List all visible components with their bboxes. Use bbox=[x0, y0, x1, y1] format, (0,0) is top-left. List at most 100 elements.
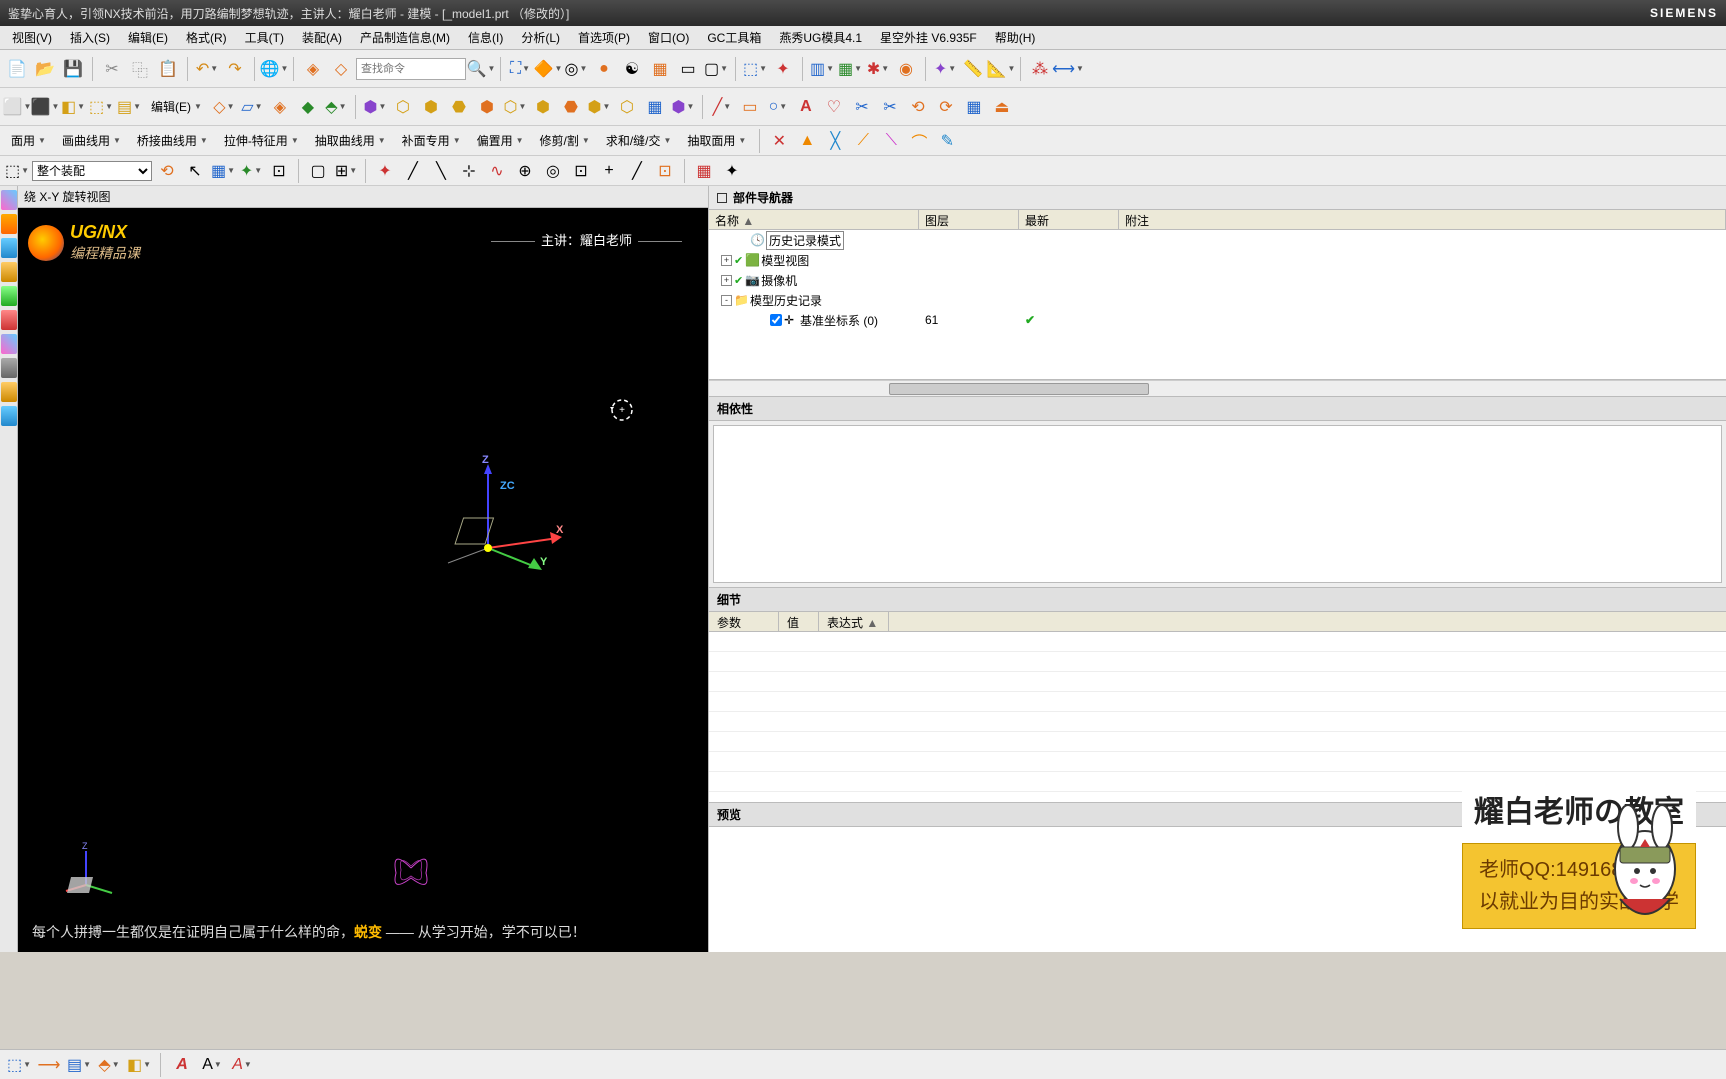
undo-button[interactable]: ↶▼ bbox=[194, 56, 220, 82]
tool-button[interactable]: ⁂ bbox=[1027, 56, 1053, 82]
scrollbar-thumb[interactable] bbox=[889, 383, 1149, 395]
labeled-tool-0[interactable]: 面用 ▼ bbox=[4, 130, 53, 152]
sweep-button[interactable]: ⬚▼ bbox=[88, 94, 114, 120]
expander-icon[interactable]: + bbox=[721, 255, 732, 266]
curve-tool-0[interactable]: ✕ bbox=[766, 128, 792, 154]
command-search-input[interactable] bbox=[356, 58, 466, 80]
extrude-button[interactable]: ⬛▼ bbox=[32, 94, 58, 120]
column-layer[interactable]: 图层 bbox=[919, 210, 1019, 229]
tool-button[interactable]: ⊞▼ bbox=[333, 158, 359, 184]
tool-button[interactable]: ╱ bbox=[624, 158, 650, 184]
tool-button[interactable]: ◎ bbox=[540, 158, 566, 184]
layer-button[interactable]: ▦ bbox=[647, 56, 673, 82]
tree-row-4[interactable]: ✛基准坐标系 (0)61✔ bbox=[709, 310, 1726, 330]
tool-button[interactable]: ⬘▼ bbox=[323, 94, 349, 120]
tree-row-3[interactable]: -📁模型历史记录 bbox=[709, 290, 1726, 310]
tool-button[interactable]: ⬢ bbox=[474, 94, 500, 120]
tool-button[interactable]: ⟳ bbox=[933, 94, 959, 120]
revolve-button[interactable]: ◧▼ bbox=[60, 94, 86, 120]
tool-button[interactable]: ▥▼ bbox=[809, 56, 835, 82]
tool-button[interactable]: ✦ bbox=[719, 158, 745, 184]
new-file-button[interactable]: 📄 bbox=[4, 56, 30, 82]
tool-button[interactable]: ▦ bbox=[691, 158, 717, 184]
labeled-tool-6[interactable]: 偏置用 ▼ bbox=[470, 130, 531, 152]
labeled-tool-8[interactable]: 求和/缝/交 ▼ bbox=[599, 130, 679, 152]
point-button[interactable]: ✦ bbox=[372, 158, 398, 184]
strip-icon[interactable] bbox=[1, 214, 17, 234]
loft-button[interactable]: ▤▼ bbox=[116, 94, 142, 120]
part-navigator-tree[interactable]: 名称 ▲ 图层 最新 附注 🕓历史记录模式+✔🟩模型视图+✔📷摄像机-📁模型历史… bbox=[709, 210, 1726, 380]
tool-button[interactable]: ⬡▼ bbox=[502, 94, 528, 120]
measure-button[interactable]: 📐▼ bbox=[988, 56, 1014, 82]
tool-button[interactable]: ◇ bbox=[328, 56, 354, 82]
strip-icon[interactable] bbox=[1, 406, 17, 426]
status-tool[interactable]: ▤▼ bbox=[66, 1052, 92, 1078]
menu-11[interactable]: GC工具箱 bbox=[699, 27, 769, 48]
tool-button[interactable]: ✦▼ bbox=[238, 158, 264, 184]
strip-icon[interactable] bbox=[1, 382, 17, 402]
menu-10[interactable]: 窗口(O) bbox=[640, 27, 697, 48]
menu-8[interactable]: 分析(L) bbox=[513, 27, 568, 48]
labeled-tool-5[interactable]: 补面专用 ▼ bbox=[395, 130, 468, 152]
strip-icon[interactable] bbox=[1, 190, 17, 210]
menu-13[interactable]: 星空外挂 V6.935F bbox=[872, 27, 985, 48]
assembly-select[interactable]: 整个装配 bbox=[32, 161, 152, 181]
tool-button[interactable]: ⬢▼ bbox=[586, 94, 612, 120]
section-button[interactable]: ▭ bbox=[675, 56, 701, 82]
tool-button[interactable]: ⬣ bbox=[558, 94, 584, 120]
tree-row-1[interactable]: +✔🟩模型视图 bbox=[709, 250, 1726, 270]
text-button[interactable]: A bbox=[793, 94, 819, 120]
circle-button[interactable]: ○▼ bbox=[765, 94, 791, 120]
line-button[interactable]: ╱▼ bbox=[709, 94, 735, 120]
copy-button[interactable]: ⿻ bbox=[127, 56, 153, 82]
status-tool[interactable]: ◧▼ bbox=[126, 1052, 152, 1078]
edit-menu-button[interactable]: 编辑(E)▼ bbox=[144, 94, 209, 120]
tool-button[interactable]: ⬣ bbox=[446, 94, 472, 120]
tool-button[interactable]: ◈ bbox=[300, 56, 326, 82]
curve-tool-3[interactable]: ⟋ bbox=[850, 128, 876, 154]
shade-button[interactable]: 🔶▼ bbox=[535, 56, 561, 82]
text-style-button[interactable]: A▼ bbox=[199, 1052, 225, 1078]
labeled-tool-4[interactable]: 抽取曲线用 ▼ bbox=[308, 130, 393, 152]
tool-button[interactable]: ✦ bbox=[770, 56, 796, 82]
tool-button[interactable]: ⟲ bbox=[154, 158, 180, 184]
horizontal-scrollbar[interactable] bbox=[709, 380, 1726, 396]
expander-icon[interactable]: - bbox=[721, 295, 732, 306]
labeled-tool-3[interactable]: 拉伸-特征用 ▼ bbox=[217, 130, 306, 152]
col-value[interactable]: 值 bbox=[779, 612, 819, 631]
tree-row-0[interactable]: 🕓历史记录模式 bbox=[709, 230, 1726, 250]
fit-view-button[interactable]: ⛶▼ bbox=[507, 56, 533, 82]
tool-button[interactable]: ◆ bbox=[295, 94, 321, 120]
col-expr[interactable]: 表达式 ▲ bbox=[819, 612, 889, 631]
tool-button[interactable]: ⊡ bbox=[568, 158, 594, 184]
tool-button[interactable]: ⬢▼ bbox=[670, 94, 696, 120]
text-style-button[interactable]: A bbox=[169, 1052, 195, 1078]
strip-icon[interactable] bbox=[1, 286, 17, 306]
tool-button[interactable]: ⊡ bbox=[266, 158, 292, 184]
tool-button[interactable]: ⊹ bbox=[456, 158, 482, 184]
tool-button[interactable]: ◉ bbox=[893, 56, 919, 82]
curve-tool-6[interactable]: ✎ bbox=[934, 128, 960, 154]
menu-6[interactable]: 产品制造信息(M) bbox=[352, 27, 458, 48]
tree-column-headers[interactable]: 名称 ▲ 图层 最新 附注 bbox=[709, 210, 1726, 230]
tool-button[interactable]: ✱▼ bbox=[865, 56, 891, 82]
wireframe-button[interactable]: ◎▼ bbox=[563, 56, 589, 82]
tool-button[interactable]: ▦ bbox=[642, 94, 668, 120]
menu-2[interactable]: 编辑(E) bbox=[120, 27, 176, 48]
unite-button[interactable]: ⬢▼ bbox=[362, 94, 388, 120]
redo-button[interactable]: ↷ bbox=[222, 56, 248, 82]
datum-button[interactable]: ◇▼ bbox=[211, 94, 237, 120]
tool-button[interactable]: ▢ bbox=[305, 158, 331, 184]
tool-button[interactable]: + bbox=[596, 158, 622, 184]
menu-9[interactable]: 首选项(P) bbox=[570, 27, 638, 48]
tool-button[interactable]: ⬢ bbox=[530, 94, 556, 120]
status-tool[interactable]: ⬚▼ bbox=[6, 1052, 32, 1078]
render-button[interactable]: ● bbox=[591, 56, 617, 82]
labeled-tool-2[interactable]: 桥接曲线用 ▼ bbox=[130, 130, 215, 152]
menu-12[interactable]: 燕秀UG模具4.1 bbox=[771, 27, 870, 48]
menu-5[interactable]: 装配(A) bbox=[294, 27, 350, 48]
plane-button[interactable]: ▱▼ bbox=[239, 94, 265, 120]
status-tool[interactable]: ⬘▼ bbox=[96, 1052, 122, 1078]
tool-button[interactable]: ▦▼ bbox=[210, 158, 236, 184]
tool-button[interactable]: ⊡ bbox=[652, 158, 678, 184]
